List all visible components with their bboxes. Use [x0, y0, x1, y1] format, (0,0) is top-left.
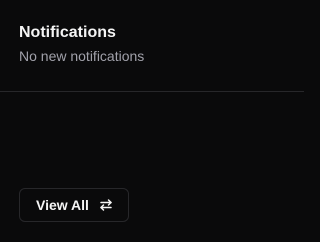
header-divider: [0, 91, 304, 92]
swap-arrows-icon: [99, 198, 113, 212]
notifications-panel: Notifications No new notifications View …: [0, 0, 304, 242]
notifications-header: Notifications No new notifications: [19, 23, 285, 65]
notifications-title: Notifications: [19, 24, 116, 41]
view-all-button[interactable]: View All: [19, 188, 129, 222]
view-all-label: View All: [36, 197, 89, 213]
empty-notifications-message: No new notifications: [19, 48, 145, 64]
